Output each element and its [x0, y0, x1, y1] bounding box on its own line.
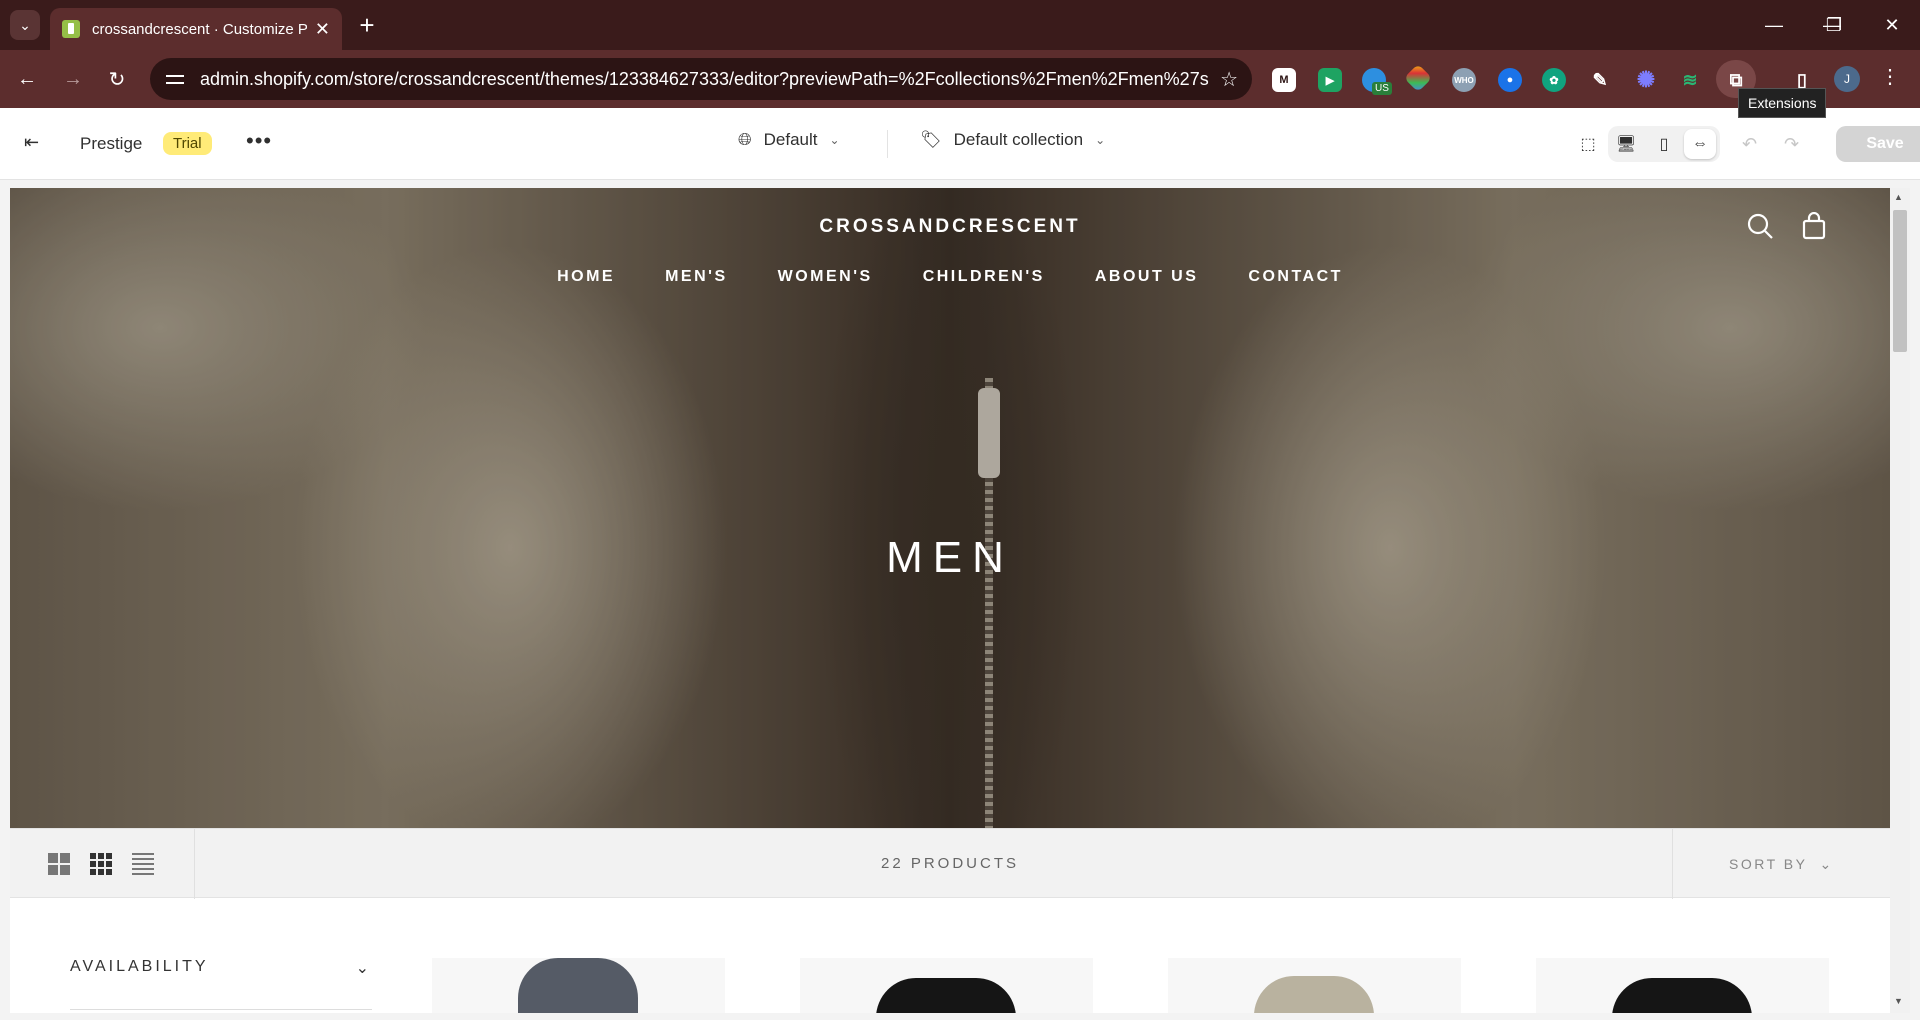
sort-by-label: SORT BY [1729, 856, 1808, 872]
save-button[interactable]: Save [1836, 126, 1920, 162]
product-image [876, 978, 1016, 1013]
collection-toolbar: 22 PRODUCTS SORT BY ⌄ [10, 828, 1890, 899]
filter-availability-label: AVAILABILITY [70, 958, 209, 975]
store-logo[interactable]: CROSSANDCRESCENT [10, 216, 1890, 238]
restore-icon[interactable]: ❐ [1814, 8, 1854, 42]
tab-list-icon[interactable]: ⌄ [10, 10, 40, 40]
extensions-tooltip: Extensions [1738, 88, 1827, 118]
exit-icon[interactable]: ⇤ [24, 132, 46, 154]
divider [887, 130, 888, 158]
color-extension-icon[interactable] [1403, 63, 1433, 93]
trial-badge: Trial [163, 132, 212, 155]
theme-editor-bar: ⇤ Prestige Trial ••• 🌐︎ Default ⌄ 🏷︎ Def… [0, 108, 1920, 180]
scroll-down-icon[interactable]: ▼ [1894, 996, 1903, 1006]
preview-scrollbar[interactable]: ▲ ▼ [1890, 188, 1910, 1013]
bag-icon[interactable] [1800, 211, 1828, 245]
plus-icon[interactable]: + [352, 10, 382, 40]
more-actions-button[interactable]: ••• [246, 128, 272, 154]
chevron-down-icon: ⌄ [829, 133, 840, 147]
nav-contact[interactable]: CONTACT [1248, 268, 1343, 286]
template-selector-label: Default [763, 130, 818, 149]
minimize-icon[interactable]: — [1754, 8, 1794, 42]
nav-about-us[interactable]: ABOUT US [1095, 268, 1199, 286]
inspector-icon[interactable]: ⬚ [1576, 132, 1600, 156]
vpn-badge: US [1372, 82, 1392, 95]
scrollbar-thumb[interactable] [1893, 210, 1907, 352]
avatar[interactable]: J [1834, 66, 1860, 92]
product-image [1612, 978, 1752, 1013]
redo-icon[interactable]: ↷ [1784, 134, 1799, 155]
preview-area: CROSSANDCRESCENT HOME MEN'S WOMEN'S CHIL… [0, 180, 1920, 1020]
ai-extension-icon[interactable]: ✿ [1542, 68, 1566, 92]
chevron-down-icon: ⌄ [1095, 133, 1106, 147]
product-count: 22 PRODUCTS [880, 855, 1020, 872]
reload-icon[interactable]: ↻ [102, 64, 132, 94]
collection-selector-label: Default collection [953, 130, 1084, 149]
fullscreen-icon[interactable]: ⇔ [1684, 129, 1716, 159]
template-selector[interactable]: 🌐︎ Default ⌄ [738, 130, 840, 150]
scroll-up-icon[interactable]: ▲ [1894, 192, 1903, 202]
nav-childrens[interactable]: CHILDREN'S [923, 268, 1045, 286]
layers-extension-icon[interactable]: ≋ [1678, 68, 1702, 92]
address-bar[interactable]: admin.shopify.com/store/crossandcrescent… [150, 58, 1252, 100]
collection-hero-image: CROSSANDCRESCENT HOME MEN'S WOMEN'S CHIL… [10, 188, 1890, 828]
product-image [1254, 976, 1374, 1013]
globe-icon: 🌐︎ [738, 130, 752, 149]
nav-home[interactable]: HOME [557, 268, 615, 286]
back-icon[interactable]: ← [12, 64, 42, 94]
shopify-favicon [62, 20, 80, 38]
nav-womens[interactable]: WOMEN'S [778, 268, 873, 286]
forward-icon[interactable]: → [58, 64, 88, 94]
view-mode-group: 🖥︎ ▯ ⇔ [1608, 126, 1720, 162]
product-card[interactable] [1168, 958, 1461, 1013]
product-card[interactable] [1536, 958, 1829, 1013]
filter-availability[interactable]: AVAILABILITY ⌄ [70, 958, 372, 1010]
video-extension-icon[interactable]: ▶ [1318, 68, 1342, 92]
eyedropper-icon[interactable]: ✎ [1588, 68, 1612, 92]
close-icon[interactable]: ✕ [315, 19, 330, 40]
product-card[interactable] [432, 958, 725, 1013]
search-icon[interactable] [1746, 212, 1774, 245]
sparkle-extension-icon[interactable]: ✺ [1634, 67, 1658, 92]
store-preview: CROSSANDCRESCENT HOME MEN'S WOMEN'S CHIL… [10, 188, 1890, 1013]
desktop-icon[interactable]: 🖥︎ [1610, 129, 1642, 159]
main-nav: HOME MEN'S WOMEN'S CHILDREN'S ABOUT US C… [10, 268, 1890, 286]
chevron-down-icon: ⌄ [1819, 855, 1834, 872]
who-extension-icon[interactable]: WHO [1452, 68, 1476, 92]
nav-mens[interactable]: MEN'S [665, 268, 728, 286]
theme-name: Prestige [80, 134, 143, 153]
product-card[interactable] [800, 958, 1093, 1013]
tab-title: crossandcrescent · Customize P [92, 20, 307, 38]
malwarebytes-icon[interactable]: M [1272, 68, 1296, 92]
browser-tab-bar: ⌄ crossandcrescent · Customize P ✕ + — [0, 0, 1920, 50]
browser-tab[interactable]: crossandcrescent · Customize P ✕ [50, 8, 342, 50]
site-info-icon[interactable] [164, 68, 186, 90]
collection-title: MEN [886, 533, 1014, 582]
undo-icon[interactable]: ↶ [1742, 134, 1757, 155]
url-text[interactable]: admin.shopify.com/store/crossandcrescent… [200, 69, 1210, 90]
kebab-menu-icon[interactable]: ⋮ [1880, 64, 1900, 89]
collection-selector[interactable]: 🏷︎ Default collection ⌄ [920, 130, 1105, 150]
chevron-down-icon: ⌄ [355, 960, 372, 977]
tag-icon: 🏷︎ [920, 130, 942, 149]
product-image [518, 958, 638, 1013]
circle-extension-icon[interactable]: ● [1498, 68, 1522, 92]
mobile-icon[interactable]: ▯ [1648, 129, 1680, 159]
browser-toolbar: ← → ↻ admin.shopify.com/store/crossandcr… [0, 50, 1920, 108]
star-icon[interactable]: ☆ [1220, 67, 1238, 92]
close-window-icon[interactable]: ✕ [1872, 8, 1912, 42]
sort-by-dropdown[interactable]: SORT BY ⌄ [1672, 829, 1890, 899]
